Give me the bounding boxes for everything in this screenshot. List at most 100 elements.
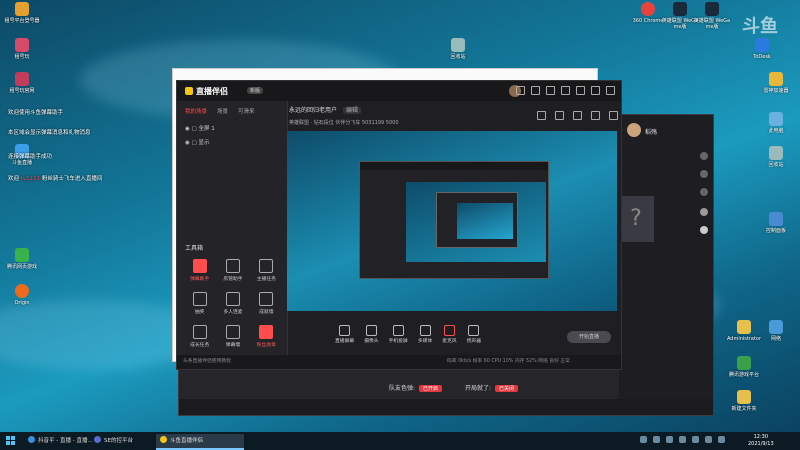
setting-row: 开局就了: 已关闭 — [465, 383, 519, 392]
desktop-icon-network[interactable]: 网络 — [756, 320, 796, 342]
taskbar-item-browser[interactable]: 抖音平 - 直播 - 直播... — [24, 434, 97, 448]
scene-item[interactable]: ◉ ▢ 显示 — [177, 135, 287, 149]
stream-title: 永远的回归老用户 编辑 — [289, 105, 362, 114]
tutorial-link[interactable]: 头条直播伴侣使用教程 — [183, 355, 231, 369]
tool-anchor-task[interactable]: 主播任务 — [250, 259, 283, 282]
tool-multi-link[interactable]: 多人连麦 — [216, 292, 249, 315]
side-dot-icon[interactable] — [700, 170, 708, 178]
desktop-icon-this-pc[interactable]: 此电脑 — [756, 112, 796, 134]
menu-icon[interactable] — [561, 86, 570, 95]
gift-icon[interactable] — [573, 111, 582, 120]
task-icon — [259, 259, 274, 273]
media-icon — [419, 325, 431, 336]
tray-icon[interactable] — [679, 436, 686, 443]
close-icon[interactable] — [606, 86, 615, 95]
avatar[interactable] — [627, 123, 641, 137]
tab-more[interactable]: 可滑来 — [238, 107, 255, 115]
tool-lottery[interactable]: 抽奖 — [183, 292, 216, 315]
bell-icon[interactable] — [591, 111, 600, 120]
side-dot-icon[interactable] — [700, 152, 708, 160]
mic-button[interactable]: 麦克风 — [442, 325, 457, 347]
share-icon[interactable] — [555, 111, 564, 120]
live-companion-window[interactable]: 直播伴侣 新版 我的场景 场景 可滑来 ◉ ▢ 全屏 1 ◉ ▢ 显示 工具箱 … — [176, 80, 622, 370]
lock-icon[interactable] — [537, 111, 546, 120]
tray-icon[interactable] — [653, 436, 660, 443]
stream-controls — [537, 111, 618, 120]
tab-my-scenes[interactable]: 我的场景 — [185, 107, 207, 115]
mic-icon — [443, 325, 455, 336]
taskbar-item-control[interactable]: SE的控平台 — [90, 434, 137, 448]
scene-panel: 我的场景 场景 可滑来 ◉ ▢ 全屏 1 ◉ ▢ 显示 工具箱 弹幕助手 房管助… — [177, 101, 288, 369]
media-button[interactable]: 多媒体 — [418, 325, 432, 347]
desktop-icon-rental-login[interactable]: 租号平台登号器 — [2, 2, 42, 24]
desktop-icon-rental-site[interactable]: 租号玩官网 — [2, 72, 42, 94]
camera-icon — [365, 325, 377, 336]
tool-growth-task[interactable]: 成长任务 — [183, 325, 216, 348]
side-dot-icon[interactable] — [700, 188, 708, 196]
desktop-icon-tencent-platform[interactable]: 腾讯游戏平台 — [724, 356, 764, 378]
tray-icon[interactable] — [640, 436, 647, 443]
scene-item[interactable]: ◉ ▢ 全屏 1 — [177, 121, 287, 135]
danmaku-message: 连接弹幕助手成功 — [8, 154, 53, 160]
input-method-icon[interactable] — [718, 436, 725, 443]
desktop-icon-lol-2[interactable]: 英雄联盟 WeGame版 — [692, 2, 732, 30]
stream-stats: 码率 0kb/s 帧率 60 CPU 10% 内存 52% 网络 良好 正常 — [447, 359, 570, 364]
title-bar[interactable]: 直播伴侣 新版 — [177, 81, 621, 101]
placeholder-avatar-icon: ? — [618, 196, 654, 242]
user-panel — [619, 115, 713, 415]
version-badge[interactable]: 新版 — [247, 87, 264, 94]
window-bottom-bar — [179, 399, 713, 415]
lottery-icon — [192, 292, 207, 306]
taskbar-item-live-companion[interactable]: 斗鱼直播伴侣 — [156, 434, 244, 450]
phone-icon — [392, 325, 404, 336]
toolbox-title: 工具箱 — [185, 245, 204, 252]
desktop-icon-recycle[interactable]: 回收站 — [756, 146, 796, 168]
douyu-watermark: 斗鱼 — [742, 16, 778, 37]
desktop-icon-control-panel[interactable]: 控制面板 — [756, 212, 796, 234]
status-badge[interactable]: 已开启 — [419, 385, 443, 392]
volume-icon[interactable] — [705, 436, 712, 443]
more-icon[interactable] — [609, 111, 618, 120]
side-dot-icon[interactable] — [700, 208, 708, 216]
tool-achievement[interactable]: 成就墙 — [250, 292, 283, 315]
settings-icon[interactable] — [516, 86, 525, 95]
status-badge[interactable]: 已关闭 — [495, 385, 519, 392]
start-live-button[interactable]: 开始直播 — [567, 331, 611, 343]
edit-title-button[interactable]: 编辑 — [343, 107, 362, 114]
gift-icon[interactable] — [546, 86, 555, 95]
growth-icon — [192, 325, 207, 339]
medal-icon — [259, 325, 274, 339]
tool-danmaku-assistant[interactable]: 弹幕助手 — [183, 259, 216, 282]
screen-icon[interactable] — [531, 86, 540, 95]
browser-icon — [28, 436, 35, 443]
desktop-icon-origin[interactable]: Origin — [2, 284, 42, 306]
windows-start-icon[interactable] — [6, 436, 16, 446]
stream-info: 英雄联盟 · 钻石段位 伙伴分飞车 5031199 5000 — [289, 120, 399, 126]
desktop-icon-todesk[interactable]: ToDesk — [742, 38, 782, 60]
phone-cast-button[interactable]: 手机投屏 — [389, 325, 408, 347]
desktop-icon-new-folder[interactable]: 新建文件夹 — [724, 390, 764, 412]
danmaku-message: 欢迎 tv1111 粉丝骑士飞车进入直播间 — [8, 176, 103, 182]
desktop-icon-recycle-mid[interactable]: 回收站 — [438, 38, 478, 60]
camera-button[interactable]: 摄像头 — [364, 325, 379, 347]
tab-scenes[interactable]: 场景 — [217, 107, 228, 115]
tool-room-manager[interactable]: 房管助手 — [216, 259, 249, 282]
live-preview[interactable] — [287, 131, 617, 311]
network-icon[interactable] — [692, 436, 699, 443]
desktop-icon-leishen[interactable]: 雷神加速器 — [756, 72, 796, 94]
desktop-icon-rental[interactable]: 租号玩 — [2, 38, 42, 60]
logo-icon — [185, 87, 193, 95]
trophy-icon — [259, 292, 274, 306]
side-dot-icon[interactable] — [700, 226, 708, 234]
tool-danmaku-wall[interactable]: 弹幕墙 — [216, 325, 249, 348]
system-clock[interactable]: 12:30 2021/9/13 — [748, 434, 774, 448]
screen-capture-button[interactable]: 直播屏幕 — [335, 325, 354, 347]
minimize-icon[interactable] — [576, 86, 585, 95]
speaker-button[interactable]: 扬声器 — [467, 325, 481, 347]
tray-icon[interactable] — [666, 436, 673, 443]
desktop-icon-tencent-game[interactable]: 腾讯网页游戏 — [2, 248, 42, 270]
tool-fan-medal[interactable]: 粉丝勋章 — [250, 325, 283, 348]
app-logo: 直播伴侣 — [185, 86, 228, 97]
maximize-icon[interactable] — [591, 86, 600, 95]
nested-window-preview — [359, 161, 549, 279]
